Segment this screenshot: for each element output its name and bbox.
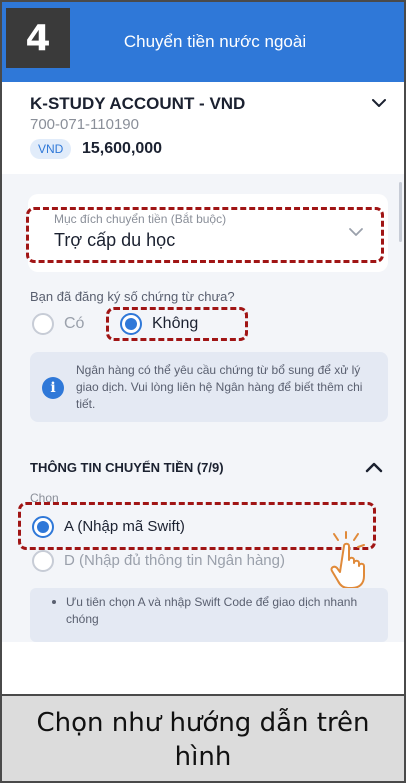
currency-badge: VND bbox=[30, 139, 72, 159]
option-d-label: D (Nhập đủ thông tin Ngân hàng) bbox=[64, 552, 285, 569]
account-card[interactable]: K-STUDY ACCOUNT - VND 700-071-110190 VND… bbox=[2, 82, 404, 174]
document-question-label: Bạn đã đăng ký số chứng từ chưa? bbox=[30, 289, 235, 304]
info-text: Ngân hàng có thể yêu cầu chứng từ bổ sun… bbox=[76, 363, 363, 411]
radio-yes[interactable] bbox=[32, 313, 54, 335]
app-header: 4 Chuyển tiền nước ngoài bbox=[2, 2, 404, 82]
radio-option-d[interactable] bbox=[32, 550, 54, 572]
account-number: 700-071-110190 bbox=[30, 116, 139, 133]
radio-yes-label: Có bbox=[64, 315, 85, 332]
highlight-option-a bbox=[18, 502, 376, 550]
note-bullet bbox=[52, 600, 56, 604]
screen-frame: 4 Chuyển tiền nước ngoài K-STUDY ACCOUNT… bbox=[0, 0, 406, 783]
note-text: Ưu tiên chọn A và nhập Swift Code để gia… bbox=[66, 595, 358, 626]
caption-text: Chọn như hướng dẫn trên hình bbox=[36, 707, 370, 772]
info-icon: i bbox=[42, 377, 64, 399]
section-title: THÔNG TIN CHUYỂN TIỀN (7/9) bbox=[30, 460, 224, 475]
hand-pointer-icon bbox=[330, 531, 365, 589]
bottom-area bbox=[2, 642, 404, 694]
chevron-down-icon[interactable] bbox=[370, 96, 388, 110]
highlight-no bbox=[106, 307, 248, 341]
chevron-up-icon[interactable] bbox=[364, 460, 384, 474]
account-balance: 15,600,000 bbox=[82, 140, 163, 157]
highlight-purpose bbox=[26, 207, 384, 263]
page-title: Chuyển tiền nước ngoài bbox=[123, 32, 307, 51]
account-name: K-STUDY ACCOUNT - VND bbox=[30, 94, 246, 113]
instruction-caption: Chọn như hướng dẫn trên hình bbox=[2, 694, 404, 781]
scrollbar[interactable] bbox=[399, 182, 402, 242]
